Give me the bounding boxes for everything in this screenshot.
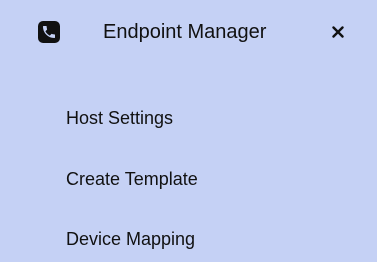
menu-item-device-mapping[interactable]: Device Mapping <box>66 228 195 250</box>
menu-header: Endpoint Manager <box>0 0 377 66</box>
close-icon <box>332 26 344 38</box>
endpoint-manager-menu: Endpoint Manager Host Settings Create Te… <box>0 0 377 262</box>
phone-icon <box>38 21 60 43</box>
menu-title: Endpoint Manager <box>103 21 267 43</box>
menu-item-host-settings[interactable]: Host Settings <box>66 107 173 129</box>
close-button[interactable] <box>326 20 350 44</box>
menu-item-create-template[interactable]: Create Template <box>66 168 198 190</box>
